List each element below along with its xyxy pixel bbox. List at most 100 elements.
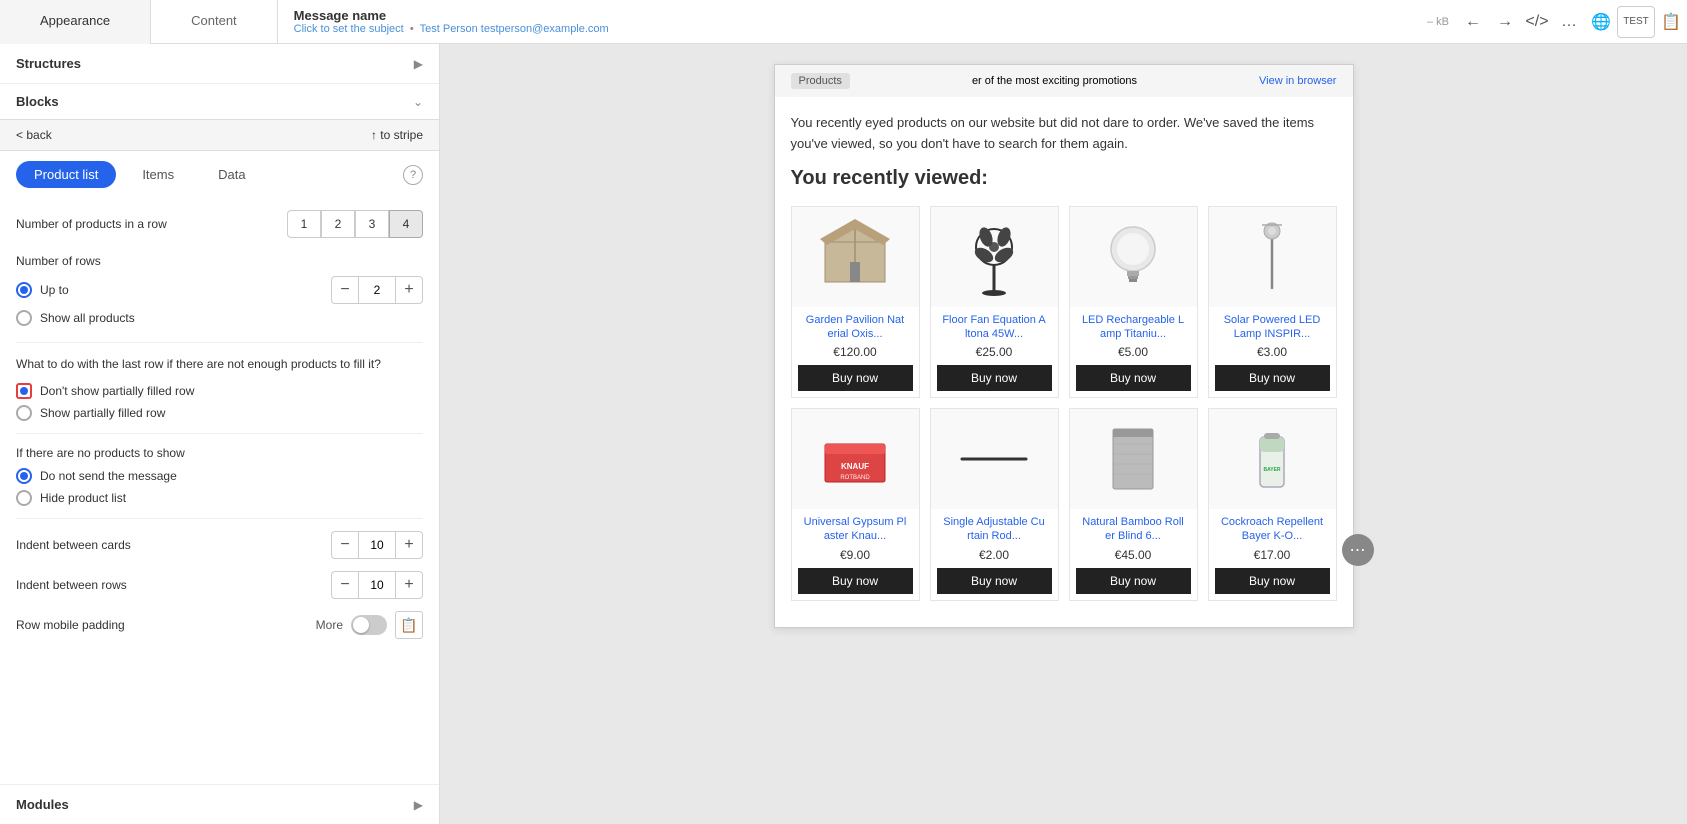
buy-btn-gypsum[interactable]: Buy now bbox=[798, 568, 913, 594]
product-info-repellent: Cockroach RepellentBayer K-O... €17.00 B… bbox=[1209, 509, 1336, 600]
buy-btn-repellent[interactable]: Buy now bbox=[1215, 568, 1330, 594]
indent-cards-label: Indent between cards bbox=[16, 538, 131, 552]
product-img-gypsum: KNAUF ROTBAND bbox=[792, 409, 919, 509]
buy-btn-fan[interactable]: Buy now bbox=[937, 365, 1052, 391]
product-name-bulb[interactable]: LED Rechargeable Lamp Titaniu... bbox=[1076, 313, 1191, 342]
products-in-row-buttons: 1 2 3 4 bbox=[287, 210, 423, 238]
product-name-repellent[interactable]: Cockroach RepellentBayer K-O... bbox=[1215, 515, 1330, 544]
blocks-header: Blocks ⌄ bbox=[0, 84, 439, 119]
product-price-fan: €25.00 bbox=[937, 345, 1052, 359]
product-card-solar: Solar Powered LEDLamp INSPIR... €3.00 Bu… bbox=[1208, 206, 1337, 399]
no-products-label: If there are no products to show bbox=[16, 446, 423, 460]
product-price-rod: €2.00 bbox=[937, 548, 1052, 562]
product-name-rod[interactable]: Single Adjustable Curtain Rod... bbox=[937, 515, 1052, 544]
hide-list-radio[interactable] bbox=[16, 490, 32, 506]
blocks-label: Blocks bbox=[16, 94, 59, 109]
tab-product-list[interactable]: Product list bbox=[16, 161, 116, 188]
copy-button[interactable]: 📋 bbox=[1655, 6, 1687, 38]
panel-content: Number of products in a row 1 2 3 4 Numb… bbox=[0, 198, 439, 784]
product-info-gypsum: Universal Gypsum Plaster Knau... €9.00 B… bbox=[792, 509, 919, 600]
rows-decrement[interactable]: − bbox=[331, 276, 359, 304]
show-partial-radio[interactable] bbox=[16, 405, 32, 421]
buy-btn-solar[interactable]: Buy now bbox=[1215, 365, 1330, 391]
indent-cards-increment[interactable]: + bbox=[395, 531, 423, 559]
mobile-padding-toggle[interactable] bbox=[351, 615, 387, 635]
up-to-radio[interactable] bbox=[16, 282, 32, 298]
tab-data[interactable]: Data bbox=[200, 161, 263, 188]
buy-btn-rod[interactable]: Buy now bbox=[937, 568, 1052, 594]
products-per-row-3[interactable]: 3 bbox=[355, 210, 389, 238]
divider-2 bbox=[16, 433, 423, 434]
row-mobile-label: Row mobile padding bbox=[16, 618, 125, 632]
product-img-rod bbox=[931, 409, 1058, 509]
product-card-pavilion: Garden Pavilion Naterial Oxis... €120.00… bbox=[791, 206, 920, 399]
email-body: You recently eyed products on our websit… bbox=[775, 97, 1353, 627]
undo-button[interactable]: ← bbox=[1457, 6, 1489, 38]
product-name-fan[interactable]: Floor Fan Equation Altona 45W... bbox=[937, 313, 1052, 342]
rows-increment[interactable]: + bbox=[395, 276, 423, 304]
product-price-bulb: €5.00 bbox=[1076, 345, 1191, 359]
language-button[interactable]: 🌐 bbox=[1585, 6, 1617, 38]
last-row-question: What to do with the last row if there ar… bbox=[16, 355, 423, 373]
products-per-row-2[interactable]: 2 bbox=[321, 210, 355, 238]
do-not-send-row: Do not send the message bbox=[16, 468, 423, 484]
product-img-bulb bbox=[1070, 207, 1197, 307]
back-button[interactable]: < back bbox=[16, 128, 52, 142]
tab-items[interactable]: Items bbox=[124, 161, 192, 188]
buy-btn-pavilion[interactable]: Buy now bbox=[798, 365, 913, 391]
email-preview: Products er of the most exciting promoti… bbox=[774, 64, 1354, 628]
product-name-solar[interactable]: Solar Powered LEDLamp INSPIR... bbox=[1215, 313, 1330, 342]
more-label[interactable]: More bbox=[316, 618, 343, 632]
structures-chevron: ▶ bbox=[414, 57, 423, 71]
rows-stepper: − 2 + bbox=[331, 276, 423, 304]
tab-content-label: Content bbox=[191, 13, 237, 28]
test-button[interactable]: TEST bbox=[1617, 6, 1655, 38]
rows-value: 2 bbox=[359, 276, 395, 304]
row-mobile-padding-row: Row mobile padding More 📋 bbox=[16, 611, 423, 639]
code-button[interactable]: </> bbox=[1521, 6, 1553, 38]
click-subject[interactable]: Click to set the subject bbox=[294, 23, 404, 35]
email-heading: You recently viewed: bbox=[791, 167, 1337, 190]
dont-show-radio[interactable] bbox=[16, 383, 32, 399]
tab-content[interactable]: Content bbox=[151, 0, 277, 44]
view-in-browser[interactable]: View in browser bbox=[1259, 75, 1336, 87]
product-info-rod: Single Adjustable Curtain Rod... €2.00 B… bbox=[931, 509, 1058, 600]
indent-rows-increment[interactable]: + bbox=[395, 571, 423, 599]
to-stripe-button[interactable]: ↑ to stripe bbox=[371, 128, 423, 142]
product-card-bulb: LED Rechargeable Lamp Titaniu... €5.00 B… bbox=[1069, 206, 1198, 399]
structures-section[interactable]: Structures ▶ bbox=[0, 44, 439, 83]
modules-section[interactable]: Modules ▶ bbox=[0, 784, 439, 824]
email-body-text: You recently eyed products on our websit… bbox=[791, 113, 1337, 155]
products-per-row-4[interactable]: 4 bbox=[389, 210, 423, 238]
show-all-label: Show all products bbox=[40, 311, 135, 325]
indent-rows-decrement[interactable]: − bbox=[331, 571, 359, 599]
message-info: Message name Click to set the subject • … bbox=[278, 8, 1419, 35]
up-to-row: Up to − 2 + bbox=[16, 276, 423, 304]
products-per-row-1[interactable]: 1 bbox=[287, 210, 321, 238]
buy-btn-bulb[interactable]: Buy now bbox=[1076, 365, 1191, 391]
product-name-blind[interactable]: Natural Bamboo Roller Blind 6... bbox=[1076, 515, 1191, 544]
buy-btn-blind[interactable]: Buy now bbox=[1076, 568, 1191, 594]
copy-row-btn[interactable]: 📋 bbox=[395, 611, 423, 639]
do-not-send-radio[interactable] bbox=[16, 468, 32, 484]
product-price-solar: €3.00 bbox=[1215, 345, 1330, 359]
tab-appearance[interactable]: Appearance bbox=[0, 0, 150, 44]
help-icon[interactable]: ? bbox=[403, 165, 423, 185]
show-all-radio[interactable] bbox=[16, 310, 32, 326]
tab-appearance-label: Appearance bbox=[40, 13, 110, 28]
divider-1 bbox=[16, 342, 423, 343]
product-name-gypsum[interactable]: Universal Gypsum Plaster Knau... bbox=[798, 515, 913, 544]
rows-section: Number of rows Up to − 2 + Show all prod… bbox=[16, 254, 423, 326]
do-not-send-label: Do not send the message bbox=[40, 469, 177, 483]
show-partial-row: Show partially filled row bbox=[16, 405, 423, 421]
indent-rows-row: Indent between rows − 10 + bbox=[16, 571, 423, 599]
show-partial-label: Show partially filled row bbox=[40, 406, 165, 420]
more-button[interactable]: … bbox=[1553, 6, 1585, 38]
redo-button[interactable]: → bbox=[1489, 6, 1521, 38]
product-img-repellent: BAYER bbox=[1209, 409, 1336, 509]
message-name: Message name bbox=[294, 8, 1403, 23]
product-name-pavilion[interactable]: Garden Pavilion Naterial Oxis... bbox=[798, 313, 913, 342]
indent-cards-decrement[interactable]: − bbox=[331, 531, 359, 559]
floating-dots-button[interactable]: ⋯ bbox=[1342, 534, 1374, 566]
show-all-row: Show all products bbox=[16, 310, 423, 326]
